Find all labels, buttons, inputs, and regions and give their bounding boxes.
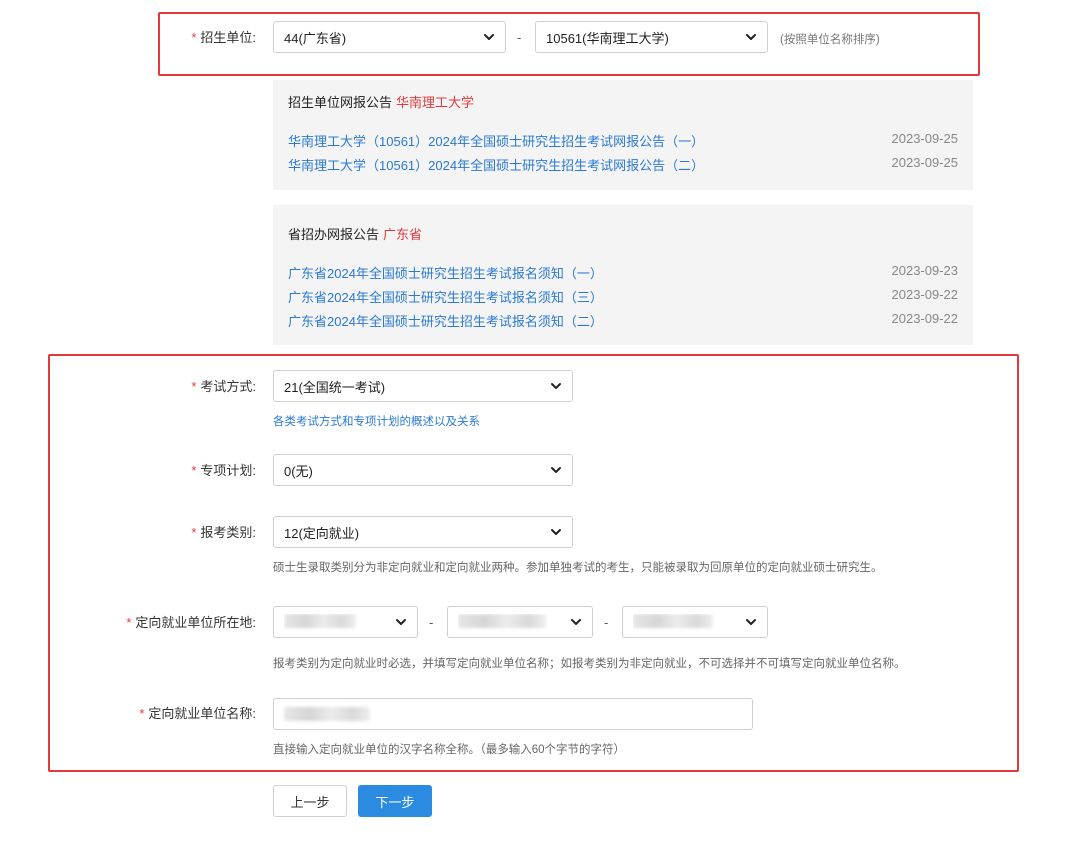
employer-district-select[interactable]: [622, 606, 768, 638]
province-notice-date: 2023-09-22: [891, 287, 959, 302]
province-notice-highlight: 广东省: [383, 227, 423, 242]
employer-district-value: [633, 613, 745, 631]
redacted-value: [284, 613, 356, 628]
province-select-value: 44(广东省): [284, 30, 347, 46]
redacted-value: [458, 613, 546, 628]
exam-method-overview-link[interactable]: 各类考试方式和专项计划的概述以及关系: [273, 413, 480, 429]
school-select-value: 10561(华南理工大学): [546, 30, 669, 46]
employer-name-input[interactable]: [273, 698, 753, 730]
special-plan-label: * 专项计划:: [191, 463, 256, 478]
location-separator: -: [429, 615, 434, 630]
employer-city-select[interactable]: [447, 606, 593, 638]
apply-type-value: 12(定向就业): [284, 525, 360, 541]
school-notice-link[interactable]: 华南理工大学（10561）2024年全国硕士研究生招生考试网报公告（二）: [288, 155, 704, 174]
employer-location-label: * 定向就业单位所在地:: [126, 615, 256, 630]
school-notice-date: 2023-09-25: [891, 155, 959, 170]
chevron-down-icon: [484, 34, 494, 40]
employer-location-hint: 报考类别为定向就业时必选，并填写定向就业单位名称；如报考类别为非定向就业，不可选…: [273, 658, 906, 670]
chevron-down-icon: [551, 529, 561, 535]
school-notice-title: 招生单位网报公告 华南理工大学: [288, 95, 475, 110]
chevron-down-icon: [551, 383, 561, 389]
school-notice-highlight: 华南理工大学: [396, 95, 475, 110]
special-plan-select[interactable]: 0(无): [273, 454, 573, 486]
employer-province-value: [284, 613, 395, 631]
next-step-button[interactable]: 下一步: [358, 785, 432, 817]
chevron-down-icon: [746, 619, 756, 625]
prev-step-button[interactable]: 上一步: [273, 785, 347, 817]
employer-name-hint: 直接输入定向就业单位的汉字名称全称。（最多输入60个字节的字符）: [273, 744, 626, 756]
required-mark: *: [191, 30, 197, 45]
required-mark: *: [126, 615, 132, 630]
exam-method-label: * 考试方式:: [191, 379, 256, 394]
school-notice-date: 2023-09-25: [891, 131, 959, 146]
province-notice-date: 2023-09-23: [891, 263, 959, 278]
special-plan-value: 0(无): [284, 463, 313, 479]
chevron-down-icon: [396, 619, 406, 625]
exam-method-select[interactable]: 21(全国统一考试): [273, 370, 573, 402]
province-notice-link[interactable]: 广东省2024年全国硕士研究生招生考试报名须知（二）: [288, 311, 603, 330]
apply-type-select[interactable]: 12(定向就业): [273, 516, 573, 548]
required-mark: *: [139, 706, 145, 721]
required-mark: *: [191, 379, 197, 394]
unit-separator: -: [517, 30, 522, 45]
school-notice-panel: 招生单位网报公告 华南理工大学 华南理工大学（10561）2024年全国硕士研究生…: [273, 80, 973, 190]
province-select[interactable]: 44(广东省): [273, 21, 506, 53]
apply-type-hint: 硕士生录取类别分为非定向就业和定向就业两种。参加单独考试的考生，只能被录取为回原…: [273, 562, 883, 574]
redacted-value: [284, 707, 370, 721]
location-separator: -: [604, 615, 609, 630]
employer-name-label: * 定向就业单位名称:: [139, 706, 256, 721]
school-select[interactable]: 10561(华南理工大学): [535, 21, 768, 53]
employer-city-value: [458, 613, 570, 631]
apply-type-label: * 报考类别:: [191, 525, 256, 540]
school-notice-link[interactable]: 华南理工大学（10561）2024年全国硕士研究生招生考试网报公告（一）: [288, 131, 704, 150]
employer-province-select[interactable]: [273, 606, 418, 638]
chevron-down-icon: [551, 467, 561, 473]
province-notice-date: 2023-09-22: [891, 311, 959, 326]
unit-label: * 招生单位:: [191, 30, 256, 45]
chevron-down-icon: [746, 34, 756, 40]
required-mark: *: [191, 463, 197, 478]
province-notice-link[interactable]: 广东省2024年全国硕士研究生招生考试报名须知（三）: [288, 287, 603, 306]
province-notice-title: 省招办网报公告 广东省: [288, 227, 423, 242]
province-notice-link[interactable]: 广东省2024年全国硕士研究生招生考试报名须知（一）: [288, 263, 603, 282]
required-mark: *: [191, 525, 197, 540]
sort-hint: (按照单位名称排序): [780, 34, 880, 46]
chevron-down-icon: [571, 619, 581, 625]
province-notice-panel: 省招办网报公告 广东省 广东省2024年全国硕士研究生招生考试报名须知（一） 20…: [273, 205, 973, 345]
exam-method-value: 21(全国统一考试): [284, 379, 386, 395]
redacted-value: [633, 613, 713, 628]
